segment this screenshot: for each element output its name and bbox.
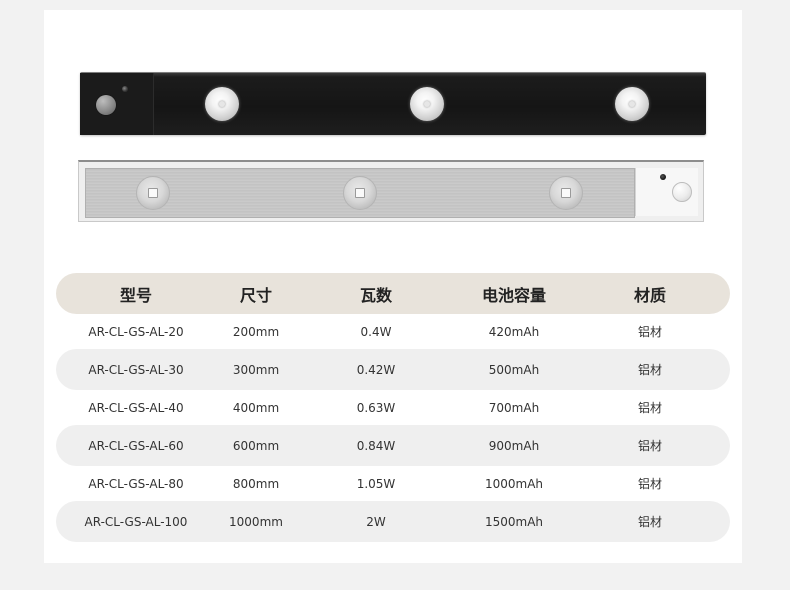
header-wattage: 瓦数: [359, 285, 392, 305]
round-switch-icon: [96, 95, 116, 115]
cell-size: 1000mm: [229, 514, 283, 529]
spec-table: 型号 尺寸 瓦数 电池容量 材质 AR-CL-GS-AL-20 200mm 0.…: [56, 273, 730, 542]
cell-model: AR-CL-GS-AL-30: [88, 362, 184, 377]
black-light-bar-image: [80, 72, 706, 135]
cell-size: 300mm: [232, 362, 280, 377]
table-row: AR-CL-GS-AL-40 400mm 0.63W 700mAh 铝材: [56, 390, 730, 425]
led-lens-icon: [410, 87, 444, 121]
cell-material: 铝材: [637, 515, 662, 529]
cell-material: 铝材: [637, 439, 662, 453]
led-lens-icon: [136, 176, 170, 210]
cell-wattage: 0.84W: [356, 438, 396, 453]
cell-model: AR-CL-GS-AL-60: [88, 438, 184, 453]
led-lens-icon: [205, 87, 239, 121]
header-material: 材质: [633, 285, 666, 305]
led-lens-icon: [615, 87, 649, 121]
cell-battery: 420mAh: [488, 324, 540, 339]
cell-battery: 500mAh: [488, 362, 540, 377]
silver-light-bar-image: [78, 160, 704, 222]
table-row: AR-CL-GS-AL-80 800mm 1.05W 1000mAh 铝材: [56, 466, 730, 501]
table-header-row: 型号 尺寸 瓦数 电池容量 材质: [56, 273, 730, 314]
cell-size: 800mm: [232, 476, 280, 491]
cell-material: 铝材: [637, 325, 662, 339]
cell-size: 400mm: [232, 400, 280, 415]
motion-sensor-icon: [660, 174, 666, 180]
cell-battery: 1500mAh: [484, 514, 544, 529]
round-switch-icon: [672, 182, 692, 202]
cell-battery: 700mAh: [488, 400, 540, 415]
table-row: AR-CL-GS-AL-20 200mm 0.4W 420mAh 铝材: [56, 314, 730, 349]
cell-material: 铝材: [637, 363, 662, 377]
cell-wattage: 0.63W: [356, 400, 396, 415]
led-lens-icon: [343, 176, 377, 210]
cell-model: AR-CL-GS-AL-20: [88, 324, 184, 339]
header-size: 尺寸: [239, 285, 272, 305]
header-battery: 电池容量: [481, 285, 546, 305]
brushed-aluminum-panel: [85, 168, 635, 218]
cell-model: AR-CL-GS-AL-80: [88, 476, 184, 491]
led-lens-icon: [549, 176, 583, 210]
cell-wattage: 0.42W: [356, 362, 396, 377]
cell-battery: 1000mAh: [484, 476, 544, 491]
cell-model: AR-CL-GS-AL-100: [84, 514, 188, 529]
cell-material: 铝材: [637, 477, 662, 491]
cell-wattage: 0.4W: [360, 324, 392, 339]
table-row: AR-CL-GS-AL-100 1000mm 2W 1500mAh 铝材: [56, 501, 730, 542]
table-row: AR-CL-GS-AL-30 300mm 0.42W 500mAh 铝材: [56, 349, 730, 390]
cell-battery: 900mAh: [488, 438, 540, 453]
cell-wattage: 2W: [366, 514, 386, 529]
header-model: 型号: [119, 285, 152, 305]
silver-bar-end-cap: [635, 168, 698, 216]
cell-size: 200mm: [232, 324, 280, 339]
motion-sensor-icon: [122, 86, 128, 92]
cell-material: 铝材: [637, 401, 662, 415]
cell-model: AR-CL-GS-AL-40: [88, 400, 184, 415]
cell-size: 600mm: [232, 438, 280, 453]
black-bar-end-cap: [80, 73, 154, 135]
cell-wattage: 1.05W: [356, 476, 396, 491]
table-row: AR-CL-GS-AL-60 600mm 0.84W 900mAh 铝材: [56, 425, 730, 466]
